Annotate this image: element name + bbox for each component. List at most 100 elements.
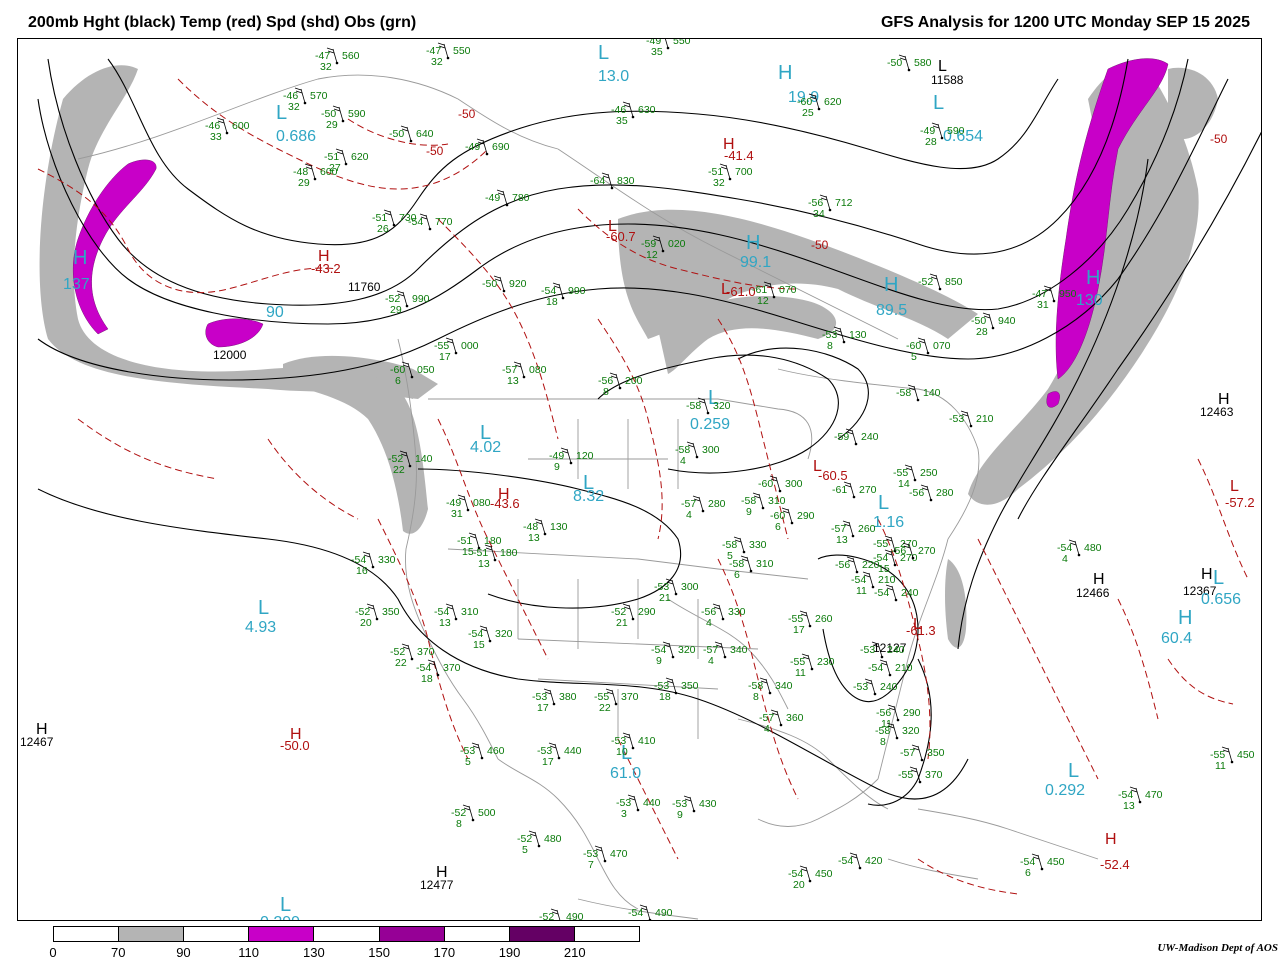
- station-dewpoint-depression: 29: [390, 304, 402, 316]
- station-obs: -49 1209: [549, 447, 594, 473]
- station-obs: -53 44017: [537, 742, 582, 768]
- station-dot-icon: [561, 296, 565, 300]
- station-obs: -50 580: [887, 54, 932, 72]
- station-height: 950: [1059, 288, 1077, 300]
- station-dewpoint-depression: 13: [1123, 800, 1135, 812]
- colorbar-tick-label: 130: [303, 945, 325, 960]
- station-temp: -55: [873, 538, 888, 550]
- station-dot-icon: [728, 177, 732, 181]
- station-dot-icon: [410, 375, 414, 379]
- station-dewpoint-depression: 18: [546, 296, 558, 308]
- station-height: 240: [901, 587, 919, 599]
- station-height: 640: [416, 128, 434, 140]
- station-dot-icon: [661, 249, 665, 253]
- wind-center-value: 0.686: [276, 128, 316, 145]
- station-obs: -58 3208: [875, 722, 920, 748]
- station-dot-icon: [721, 617, 725, 621]
- station-obs: -54 4506: [1020, 853, 1065, 879]
- station-obs: -54 31013: [434, 603, 479, 629]
- station-obs: -57 350: [900, 744, 945, 762]
- height-label: 12466: [1076, 586, 1110, 600]
- station-dewpoint-depression: 4: [706, 617, 712, 629]
- station-obs: -58 3106: [729, 555, 774, 581]
- station-obs: -56 280: [909, 484, 954, 502]
- station-height: 460: [487, 745, 505, 757]
- station-temp: -54: [838, 855, 853, 867]
- station-obs: -61 270: [832, 481, 877, 499]
- station-dewpoint-depression: 10: [616, 746, 628, 758]
- wind-center-marker: H: [1086, 267, 1100, 289]
- station-dewpoint-depression: 32: [713, 177, 725, 189]
- station-obs: -57 08013: [502, 361, 547, 387]
- station-height: 480: [1084, 542, 1102, 554]
- station-obs: -53 41010: [611, 732, 656, 758]
- station-dot-icon: [522, 375, 526, 379]
- station-dot-icon: [828, 208, 832, 212]
- station-height: 370: [443, 662, 461, 674]
- station-dot-icon: [692, 809, 696, 813]
- station-height: 780: [512, 192, 530, 204]
- height-low-marker: L: [938, 58, 947, 75]
- station-obs: -53 35018: [654, 677, 699, 703]
- station-obs: -50 59029: [321, 105, 366, 131]
- map-frame: 11760 12000 11588 12463 12466 12467 12477 12367…: [17, 38, 1262, 921]
- station-height: 470: [610, 848, 628, 860]
- height-high-marker: H: [436, 864, 448, 881]
- wind-center-value: 0.259: [690, 416, 730, 433]
- chart-title-left: 200mb Hght (black) Temp (red) Spd (shd) …: [28, 14, 417, 31]
- station-height: 330: [728, 606, 746, 618]
- station-dewpoint-depression: 17: [537, 702, 549, 714]
- station-height: 080: [529, 364, 547, 376]
- station-dewpoint-depression: 13: [439, 617, 451, 629]
- station-obs: -54 45020: [788, 865, 833, 891]
- temp-center-value: -41.4: [724, 148, 754, 163]
- station-dot-icon: [991, 326, 995, 330]
- station-dewpoint-depression: 34: [813, 208, 825, 220]
- station-height: 270: [859, 484, 877, 496]
- station-dot-icon: [779, 723, 783, 727]
- station-dot-icon: [225, 131, 229, 135]
- station-dot-icon: [808, 624, 812, 628]
- station-obs: -58 3408: [748, 677, 793, 703]
- station-height: 260: [815, 613, 833, 625]
- station-temp: -53: [853, 681, 868, 693]
- station-dot-icon: [701, 509, 705, 513]
- station-dot-icon: [817, 107, 821, 111]
- station-dot-icon: [552, 702, 556, 706]
- station-dot-icon: [873, 692, 877, 696]
- station-dot-icon: [808, 879, 812, 883]
- station-temp: -52: [539, 911, 554, 921]
- station-obs: -53 210: [949, 410, 994, 428]
- station-dot-icon: [335, 61, 339, 65]
- station-obs: -52 35020: [355, 603, 400, 629]
- wind-center-value: 0.292: [1045, 782, 1085, 799]
- station-dewpoint-depression: 20: [793, 879, 805, 891]
- station-dot-icon: [768, 691, 772, 695]
- station-height: 440: [564, 745, 582, 757]
- station-dewpoint-depression: 22: [395, 657, 407, 669]
- colorbar-segment: [249, 927, 315, 941]
- station-obs: -53 240: [853, 678, 898, 696]
- station-dewpoint-depression: 31: [1037, 299, 1049, 311]
- station-obs: -60 62025: [797, 93, 842, 119]
- station-obs: -52 5008: [451, 804, 496, 830]
- station-dot-icon: [480, 756, 484, 760]
- station-dot-icon: [303, 101, 307, 105]
- station-dot-icon: [855, 570, 859, 574]
- station-temp: -55: [898, 769, 913, 781]
- colorbar-segment: [444, 927, 510, 941]
- colorbar-tick-label: 70: [110, 945, 126, 960]
- station-temp: -60: [758, 478, 773, 490]
- station-dewpoint-depression: 4: [686, 509, 692, 521]
- station-obs: -48 60029: [293, 163, 338, 189]
- station-dewpoint-depression: 26: [377, 223, 389, 235]
- station-dot-icon: [880, 655, 884, 659]
- station-dot-icon: [778, 489, 782, 493]
- station-dewpoint-depression: 4: [680, 455, 686, 467]
- wind-center-value: 4.93: [245, 619, 276, 636]
- station-height: 290: [903, 707, 921, 719]
- station-obs: -60 300: [758, 475, 803, 493]
- station-dot-icon: [907, 68, 911, 72]
- station-height: 240: [880, 681, 898, 693]
- station-obs: -57 3404: [703, 641, 748, 667]
